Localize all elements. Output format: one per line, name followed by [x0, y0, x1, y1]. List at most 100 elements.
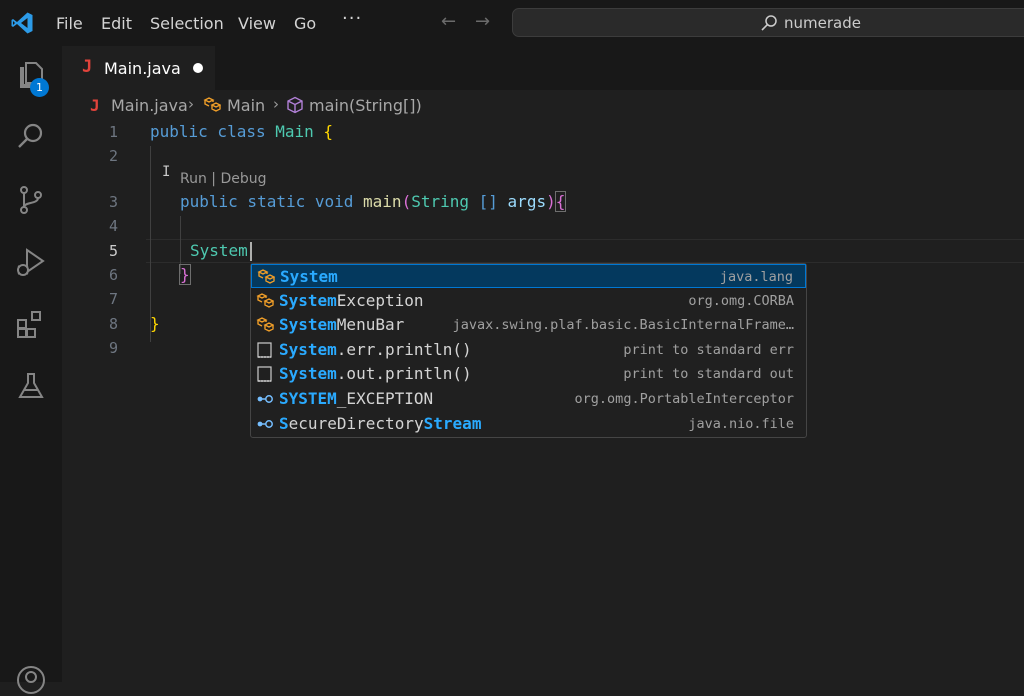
paren: (	[401, 192, 412, 211]
param-type: String	[411, 192, 469, 211]
suggestion-label: SystemMenuBar	[279, 315, 405, 335]
codelens-run-debug[interactable]: Run | Debug	[180, 171, 267, 187]
menu-view[interactable]: View	[238, 14, 276, 33]
suggestion-detail: org.omg.CORBA	[688, 292, 794, 309]
accounts-icon[interactable]	[15, 664, 47, 696]
java-file-icon: J	[82, 57, 93, 77]
suggestion-item[interactable]: System.err.println() print to standard er…	[251, 338, 806, 362]
suggestion-label: System	[280, 267, 338, 286]
suggestion-match: System	[279, 290, 337, 310]
command-center-search[interactable]: numerade	[512, 8, 1024, 37]
line-number: 4	[108, 217, 118, 235]
indent-guide	[150, 146, 151, 342]
suggestion-label: System.out.println()	[279, 364, 472, 384]
class-icon	[256, 292, 275, 309]
tab-bar: J Main.java	[62, 46, 1024, 90]
line-number: 8	[108, 315, 118, 333]
suggestion-detail: print to standard err	[623, 341, 794, 358]
search-icon	[761, 15, 777, 31]
code-line-1: public class Main {	[150, 122, 333, 141]
field-icon	[256, 391, 274, 407]
suggestion-item[interactable]: System java.lang	[251, 264, 806, 288]
suggestion-item[interactable]: System.out.println() print to standard ou…	[251, 362, 806, 386]
keyword: public class	[150, 122, 266, 141]
suggestion-detail: org.omg.PortableInterceptor	[574, 391, 794, 407]
extensions-icon[interactable]	[15, 308, 47, 340]
tab-main-java[interactable]: J Main.java	[62, 46, 215, 90]
suggestion-item[interactable]: SystemException org.omg.CORBA	[251, 289, 806, 313]
breadcrumb-method[interactable]: main(String[])	[309, 96, 422, 115]
ibeam-cursor-icon: I	[162, 164, 171, 180]
autocomplete-suggest-widget: System java.lang SystemException org.omg.CO…	[250, 263, 807, 438]
keyword: public static void	[180, 192, 354, 211]
chevron-right-icon: ›	[273, 95, 279, 113]
suggestion-item[interactable]: SYSTEM_EXCEPTION org.omg.PortableIntercep…	[251, 387, 806, 411]
suggestion-match: System	[280, 267, 338, 286]
class-icon	[203, 97, 221, 112]
class-icon	[257, 269, 276, 285]
line-number: 2	[108, 147, 118, 165]
param-name: args	[507, 192, 547, 211]
forward-arrow-icon[interactable]: →	[475, 11, 490, 32]
array-brackets: []	[478, 192, 498, 211]
suggestion-label: SecureDirectoryStream	[279, 413, 482, 433]
snippet-icon	[256, 366, 274, 383]
line-number: 3	[108, 193, 118, 211]
line-number: 9	[108, 339, 118, 357]
menu-go[interactable]: Go	[294, 14, 316, 33]
line-number-active: 5	[108, 242, 118, 260]
suggestion-label: SYSTEM_EXCEPTION	[279, 389, 434, 408]
breadcrumb-file[interactable]: Main.java	[111, 96, 188, 115]
menu-edit[interactable]: Edit	[101, 14, 132, 33]
suggestion-item[interactable]: SystemMenuBar javax.swing.plaf.basic.Basi…	[251, 313, 806, 337]
unsaved-dot-icon[interactable]	[193, 63, 203, 73]
current-line-highlight	[146, 239, 1024, 263]
class-name: Main	[275, 122, 314, 141]
menu-file[interactable]: File	[56, 14, 83, 33]
field-icon	[256, 416, 274, 432]
method-cube-icon	[287, 96, 303, 114]
run-debug-icon[interactable]	[15, 246, 47, 278]
breadcrumb-class[interactable]: Main	[227, 96, 265, 115]
menu-more-icon[interactable]: ···	[342, 8, 362, 29]
text-cursor	[250, 242, 252, 261]
suggestion-detail: java.nio.file	[688, 415, 794, 432]
brace: {	[554, 191, 567, 212]
suggestion-detail: print to standard out	[623, 366, 794, 383]
suggestion-match: System	[279, 339, 337, 359]
snippet-icon	[256, 342, 274, 358]
suggestion-match: System	[279, 315, 337, 335]
testing-flask-icon[interactable]	[15, 370, 47, 402]
activity-bar: 1	[0, 46, 62, 694]
suggestion-label: SystemException	[279, 290, 424, 310]
chevron-right-icon: ›	[188, 95, 194, 113]
suggestion-match: System	[279, 364, 337, 384]
suggestion-detail: java.lang	[719, 269, 793, 285]
code-line-3: public static void main(String [] args){	[180, 191, 567, 212]
tab-label: Main.java	[104, 59, 181, 78]
method-name: main	[363, 192, 402, 211]
command-center-label: numerade	[784, 14, 861, 32]
code-line-8: }	[150, 314, 160, 333]
suggestion-label: System.err.println()	[279, 339, 472, 359]
class-icon	[256, 317, 275, 333]
explorer-badge: 1	[30, 78, 49, 97]
source-control-icon[interactable]	[15, 184, 47, 216]
code-line-6: }	[179, 264, 191, 285]
search-icon[interactable]	[15, 120, 47, 152]
vscode-logo-icon	[11, 12, 33, 34]
java-file-icon: J	[90, 96, 100, 115]
suggestion-match: SYSTEM	[279, 389, 337, 408]
line-number: 1	[108, 123, 118, 141]
breadcrumb: J Main.java › Main › main(String[])	[62, 90, 1024, 120]
suggestion-detail: javax.swing.plaf.basic.BasicInternalFram…	[452, 317, 794, 334]
brace: {	[323, 122, 334, 141]
menu-selection[interactable]: Selection	[150, 14, 224, 33]
line-number: 7	[108, 290, 118, 308]
line-number: 6	[108, 266, 118, 284]
title-bar: File Edit Selection View Go ··· ← → nume…	[0, 0, 1024, 46]
suggestion-item[interactable]: SecureDirectoryStream java.nio.file	[251, 412, 806, 436]
paren: )	[546, 192, 556, 211]
back-arrow-icon[interactable]: ←	[441, 11, 456, 32]
code-line-5: System	[190, 241, 248, 260]
